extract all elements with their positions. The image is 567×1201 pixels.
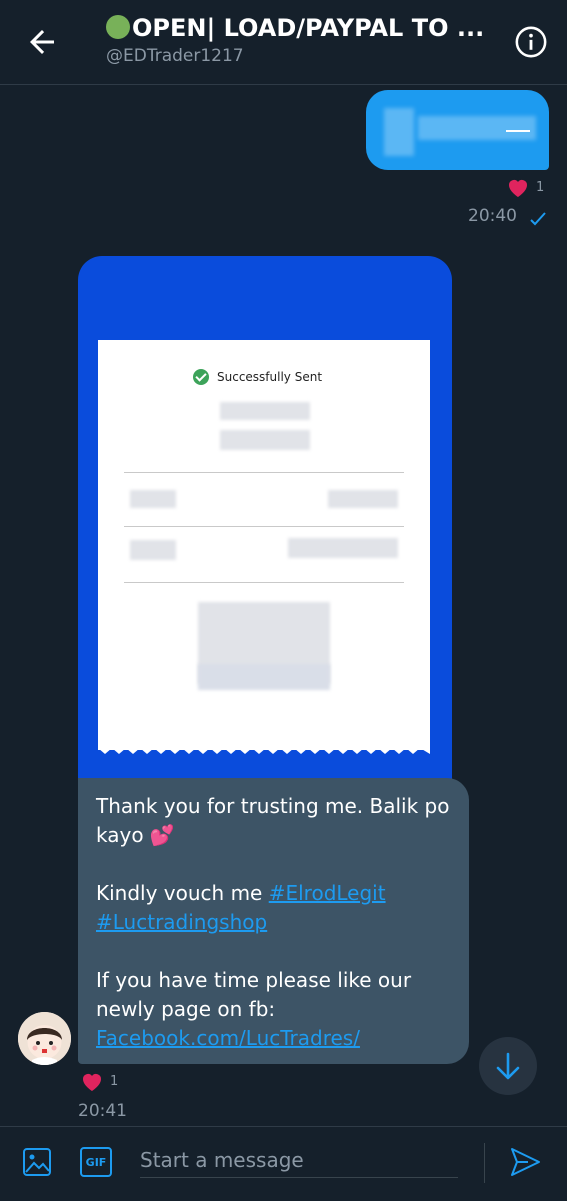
redacted-fragment [506,130,530,132]
redacted-area [220,430,310,450]
read-check-icon [530,212,546,226]
message-paragraph: Kindly vouch me #ElrodLegit #Luctradingsh… [96,879,451,937]
reaction-count: 1 [536,179,545,195]
redacted-area [288,538,398,558]
receipt-image[interactable]: Successfully Sent [78,256,452,782]
redacted-area [198,664,330,690]
scroll-down-icon [496,1052,520,1080]
reaction-count: 1 [110,1073,119,1089]
message-text: If you have time please like our newly p… [96,968,412,1021]
receipt-status-text: Successfully Sent [217,370,323,384]
hashtag-link[interactable]: #ElrodLegit [269,881,386,905]
hashtag-link[interactable]: #Luctradingshop [96,910,267,934]
redacted-area [384,108,414,156]
conversation-title-block[interactable]: OPEN| LOAD/PAYPAL TO ... @EDTrader1217 [106,12,496,66]
conversation-header: OPEN| LOAD/PAYPAL TO ... @EDTrader1217 [0,0,567,85]
avatar-illustration [18,1012,71,1065]
back-arrow-icon[interactable] [24,24,60,60]
incoming-message-bubble[interactable]: Thank you for trusting me. Balik po kayo… [78,778,469,1064]
send-icon[interactable] [508,1145,542,1179]
redacted-area [130,490,176,508]
redacted-area [220,402,310,420]
scroll-to-bottom-button[interactable] [479,1037,537,1095]
success-check-icon [193,369,209,385]
message-text: Kindly vouch me [96,881,269,905]
outgoing-timestamp: 20:40 [468,206,517,226]
receipt-torn-edge [98,742,430,754]
receipt-card: Successfully Sent [98,340,430,754]
receipt-divider [124,582,404,583]
heart-icon [509,180,527,197]
image-icon[interactable] [22,1147,52,1177]
receipt-divider [124,472,404,473]
status-dot-icon [106,15,130,39]
message-composer: GIF [0,1126,567,1201]
conversation-handle: @EDTrader1217 [106,46,244,66]
info-icon[interactable] [514,25,548,59]
hearts-emoji: 💕 [149,823,175,847]
redacted-area [328,490,398,508]
message-paragraph: Thank you for trusting me. Balik po kayo… [96,792,451,850]
conversation-title: OPEN| LOAD/PAYPAL TO ... [106,12,496,44]
gif-icon[interactable]: GIF [80,1147,112,1177]
heart-icon [83,1074,101,1091]
outgoing-reaction[interactable]: 1 [506,176,544,198]
message-paragraph: If you have time please like our newly p… [96,966,451,1053]
message-input[interactable] [140,1143,458,1178]
gif-label: GIF [85,1155,107,1169]
facebook-link[interactable]: Facebook.com/LucTradres/ [96,1026,360,1050]
outgoing-message-bubble[interactable] [366,90,549,170]
receipt-divider [124,526,404,527]
redacted-area [130,540,176,560]
sender-avatar[interactable] [18,1012,71,1065]
receipt-status: Successfully Sent [193,369,322,385]
redacted-area [418,116,536,140]
incoming-reaction[interactable]: 1 [80,1070,119,1092]
composer-divider [484,1143,485,1183]
incoming-timestamp: 20:41 [78,1101,127,1121]
